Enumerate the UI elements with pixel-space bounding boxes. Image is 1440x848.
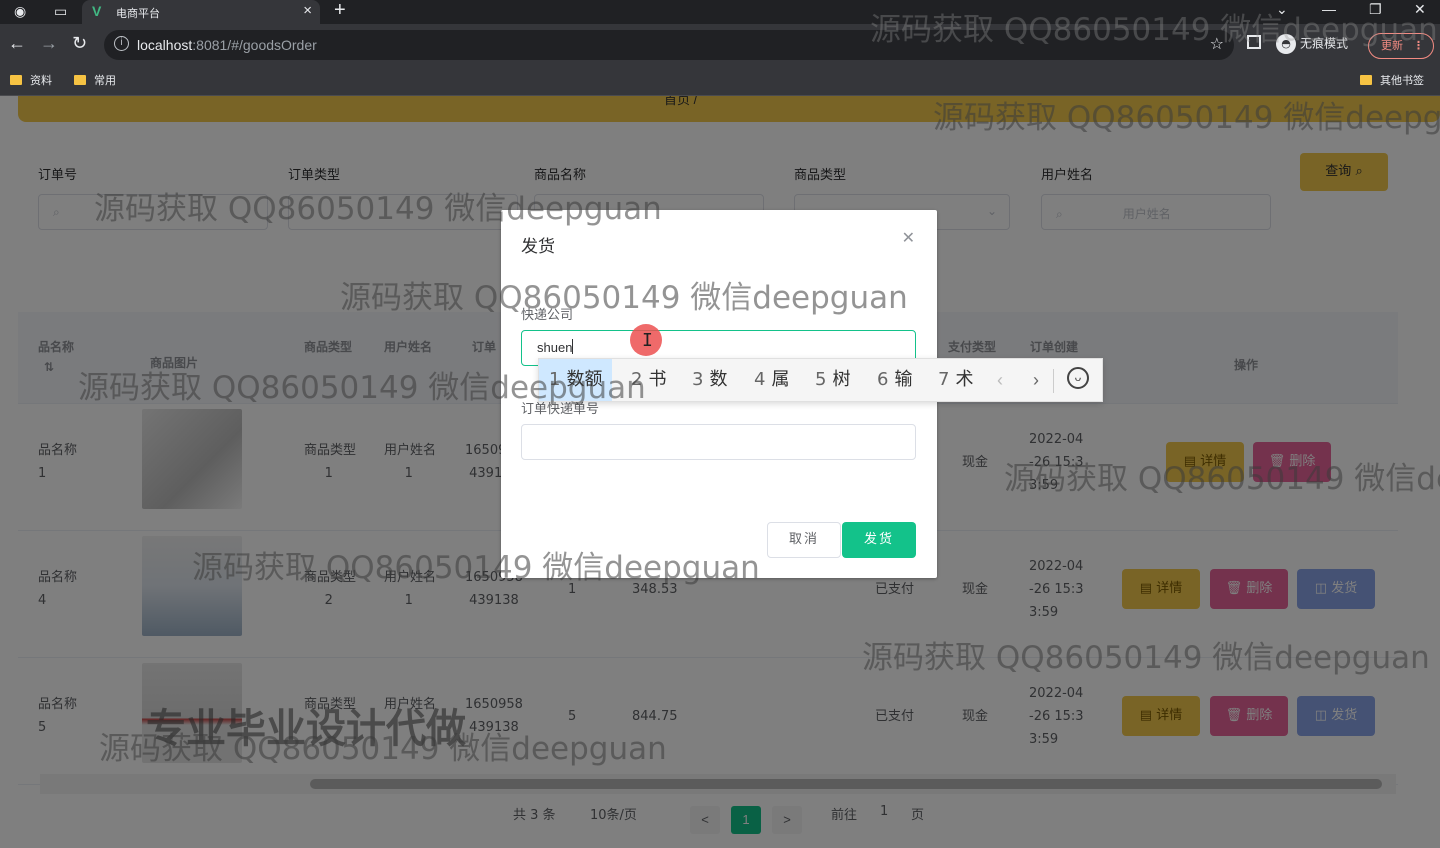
tab-strip: ◉ ▭ V 电商平台 × + ⌄ — ❐ ✕ xyxy=(0,0,1440,24)
update-button[interactable]: 更新 ⋮ xyxy=(1368,33,1434,59)
text-cursor-icon: I xyxy=(642,330,653,351)
incognito-icon: ◓ xyxy=(1276,34,1296,54)
restore-icon[interactable]: ❐ xyxy=(1369,1,1382,18)
url-text: localhost:8081/#/goodsOrder xyxy=(137,37,317,53)
dialog-title: 发货 xyxy=(521,237,555,257)
tab-title: 电商平台 xyxy=(116,7,160,20)
bookmarks-bar: 资料 常用 其他书签 xyxy=(0,66,1440,96)
reload-icon[interactable]: ↻ xyxy=(72,33,87,54)
tracking-input[interactable] xyxy=(521,424,916,460)
bookmark-folder-2[interactable]: 常用 xyxy=(74,72,116,88)
cancel-button[interactable]: 取消 xyxy=(767,522,841,558)
browser-toolbar: ← → ↻ i localhost:8081/#/goodsOrder ☆ ◓ 无… xyxy=(0,24,1440,66)
new-tab-button[interactable]: + xyxy=(334,0,346,22)
ime-candidate-bar: 1 数额 2书 3数 4属 5树 6输 7术 ‹ › ᴗ xyxy=(538,358,1103,402)
other-bookmarks[interactable]: 其他书签 xyxy=(1360,72,1424,88)
courier-label: 快递公司 xyxy=(521,308,574,323)
bookmark-folder-1[interactable]: 资料 xyxy=(10,72,52,88)
ime-candidate[interactable]: 1 数额 xyxy=(539,359,613,401)
ime-candidate[interactable]: 4属 xyxy=(744,359,799,401)
emoji-icon[interactable]: ᴗ xyxy=(1067,367,1089,389)
browser-tab[interactable]: V 电商平台 × xyxy=(82,0,320,24)
info-icon[interactable]: i xyxy=(114,36,129,51)
ime-prev-icon[interactable]: ‹ xyxy=(997,359,1003,401)
confirm-ship-button[interactable]: 发货 xyxy=(842,522,916,558)
profile-icon[interactable]: ◉ xyxy=(14,3,26,20)
folder-icon xyxy=(1360,75,1372,85)
close-icon[interactable]: ✕ xyxy=(902,228,915,248)
ime-candidate[interactable]: 7术 xyxy=(928,359,983,401)
folder-icon xyxy=(74,75,86,85)
ime-candidate[interactable]: 6输 xyxy=(867,359,922,401)
address-bar[interactable]: i localhost:8081/#/goodsOrder ☆ xyxy=(104,30,1234,60)
vue-favicon-icon: V xyxy=(92,3,102,19)
ime-candidate[interactable]: 2书 xyxy=(621,359,676,401)
ime-next-icon[interactable]: › xyxy=(1033,359,1039,401)
side-panel-icon[interactable] xyxy=(1247,35,1261,49)
folder-icon xyxy=(10,75,22,85)
ime-candidate[interactable]: 3数 xyxy=(682,359,737,401)
minimize-icon[interactable]: — xyxy=(1322,1,1336,17)
tab-list-chevron-icon[interactable]: ⌄ xyxy=(1276,1,1288,18)
ime-separator xyxy=(1053,369,1054,393)
incognito-indicator[interactable]: ◓ 无痕模式 xyxy=(1276,34,1348,54)
back-arrow-icon[interactable]: ← xyxy=(8,33,26,54)
forward-arrow-icon[interactable]: → xyxy=(40,33,58,54)
tab-close-icon[interactable]: × xyxy=(303,2,312,19)
menu-dots-icon: ⋮ xyxy=(1413,39,1424,52)
tab-search-icon[interactable]: ▭ xyxy=(54,3,67,20)
ime-candidate[interactable]: 5树 xyxy=(805,359,860,401)
window-close-icon[interactable]: ✕ xyxy=(1414,1,1426,18)
star-icon[interactable]: ☆ xyxy=(1210,34,1224,54)
